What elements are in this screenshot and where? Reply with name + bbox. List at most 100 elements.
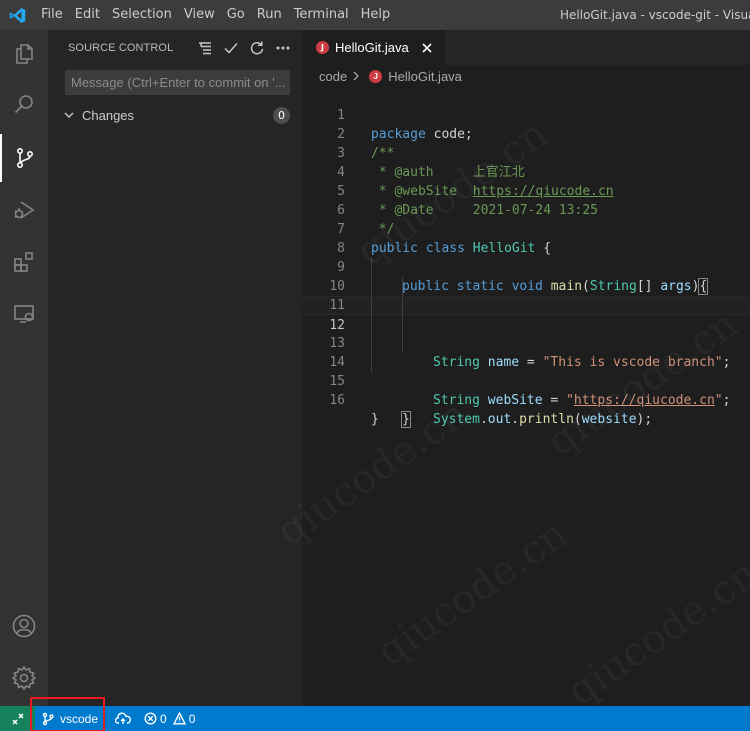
code-line: 2 /** [302, 106, 750, 161]
code-line: 8 [302, 220, 750, 256]
source-control-panel: SOURCE CONTROL Message (Ctrl+Enter to co… [48, 30, 302, 706]
menu-view[interactable]: View [178, 0, 221, 30]
refresh-icon[interactable] [246, 37, 268, 59]
code-link[interactable]: https://qiucode.cn [574, 393, 715, 408]
search-icon[interactable] [0, 80, 48, 128]
menu-run[interactable]: Run [251, 0, 288, 30]
code-token: = [542, 393, 567, 408]
title-bar: File Edit Selection View Go Run Terminal… [0, 0, 750, 30]
activity-bar [0, 30, 48, 706]
code-line: 4 * @webSite https://qiucode.cn [302, 144, 750, 199]
git-branch-icon [41, 712, 55, 726]
code-token: String [433, 393, 488, 408]
code-line: 15 } [302, 353, 750, 428]
indent-guide [371, 297, 372, 316]
breadcrumb-file[interactable]: HelloGit.java [388, 69, 462, 84]
java-file-icon: J [369, 69, 383, 83]
chevron-down-icon [62, 108, 76, 122]
code-token: } [371, 412, 379, 427]
code-line: 14 System.out.println(website); [302, 334, 750, 427]
changes-count-badge: 0 [273, 106, 290, 124]
menu-help[interactable]: Help [355, 0, 397, 30]
account-icon[interactable] [0, 602, 48, 650]
line-number: 16 [329, 393, 345, 408]
status-bar: vscode 0 0 [0, 697, 750, 731]
tab-hellogit-java[interactable]: J HelloGit.java [302, 30, 445, 65]
code-line: 5 * @Date 2021-07-24 13:25 [302, 163, 750, 218]
source-control-icon[interactable] [0, 134, 48, 182]
indent-guide [402, 297, 403, 316]
files-icon[interactable] [0, 30, 48, 78]
code-line: 1 package code; [302, 87, 750, 142]
vscode-logo-icon [0, 0, 35, 30]
code-line-current: 12 [302, 296, 750, 333]
window-title: HelloGit.java - vscode-git - Visual Stud… [560, 8, 750, 22]
code-line: 7 public class HelloGit { [302, 201, 750, 256]
menu-selection[interactable]: Selection [106, 0, 178, 30]
menu-file[interactable]: File [35, 0, 69, 30]
breadcrumb-folder[interactable]: code [319, 69, 347, 84]
indent-guide [371, 277, 372, 296]
panel-header: SOURCE CONTROL [48, 30, 302, 65]
code-token: ; [722, 393, 731, 408]
chevron-right-icon [351, 69, 361, 84]
indent-guide [402, 315, 403, 334]
indent-guide [371, 334, 372, 353]
publish-branch-icon[interactable] [108, 706, 138, 731]
branch-name: vscode [60, 711, 99, 726]
menu-edit[interactable]: Edit [69, 0, 106, 30]
watermark-text: qiucode.cn [369, 511, 576, 675]
bracket-match: } [401, 411, 411, 428]
indent-guide [371, 315, 372, 334]
indent-guide [402, 277, 403, 296]
code-line: 3 * @auth 上官江北 [302, 125, 750, 180]
code-token: . [479, 412, 488, 427]
code-line: 16 } [302, 372, 750, 427]
code-token: ( [573, 412, 582, 427]
tabs-bar: J HelloGit.java [302, 30, 750, 65]
remote-explorer-icon[interactable] [0, 290, 48, 338]
code-editor[interactable]: 1 package code; 2 /** 3 * @auth 上官江北 4 *… [302, 87, 750, 428]
indent-guide [371, 258, 372, 277]
code-token: out [487, 412, 512, 427]
tab-label: HelloGit.java [335, 40, 409, 55]
code-token: System [433, 412, 480, 427]
code-string: " [714, 393, 723, 408]
error-count: 0 [160, 711, 167, 726]
branch-indicator[interactable]: vscode [30, 697, 105, 731]
code-token: website [581, 412, 637, 427]
changes-group[interactable]: Changes 0 [48, 104, 302, 126]
remote-indicator-icon[interactable] [0, 706, 35, 731]
code-line: 6 */ [302, 182, 750, 237]
view-as-tree-icon[interactable] [194, 37, 216, 59]
indent-guide [371, 353, 372, 372]
code-line: 13 String webSite = "https://qiucode.cn"… [302, 315, 750, 408]
close-icon[interactable] [419, 40, 435, 56]
extensions-icon[interactable] [0, 238, 48, 286]
indent-guide [402, 334, 403, 353]
code-string: " [566, 393, 574, 408]
run-debug-icon[interactable] [0, 186, 48, 234]
menu-go[interactable]: Go [221, 0, 251, 30]
menu-bar: File Edit Selection View Go Run Terminal… [35, 0, 396, 30]
panel-title: SOURCE CONTROL [68, 41, 174, 54]
breadcrumb: code J HelloGit.java [302, 65, 750, 87]
warning-count: 0 [188, 711, 196, 726]
commit-message-input[interactable]: Message (Ctrl+Enter to commit on '... [65, 70, 290, 95]
changes-label: Changes [82, 107, 135, 123]
code-token: . [511, 412, 520, 427]
editor-group: J HelloGit.java code J HelloGit.java 1 p… [269, 30, 750, 715]
commit-check-icon[interactable] [220, 37, 242, 59]
code-line: 11 String name = "This is vscode branch"… [302, 277, 750, 370]
code-line: 9 public static void main(String[] args)… [302, 239, 750, 295]
error-icon [144, 712, 157, 725]
warning-icon [172, 712, 186, 725]
menu-terminal[interactable]: Terminal [288, 0, 355, 30]
code-token: println [519, 412, 574, 427]
more-actions-icon[interactable] [272, 37, 294, 59]
java-file-icon: J [316, 41, 329, 54]
settings-gear-icon[interactable] [0, 654, 48, 702]
code-line: 10 [302, 258, 750, 294]
code-token: ); [636, 412, 653, 427]
problems-indicator[interactable]: 0 0 [137, 706, 202, 731]
